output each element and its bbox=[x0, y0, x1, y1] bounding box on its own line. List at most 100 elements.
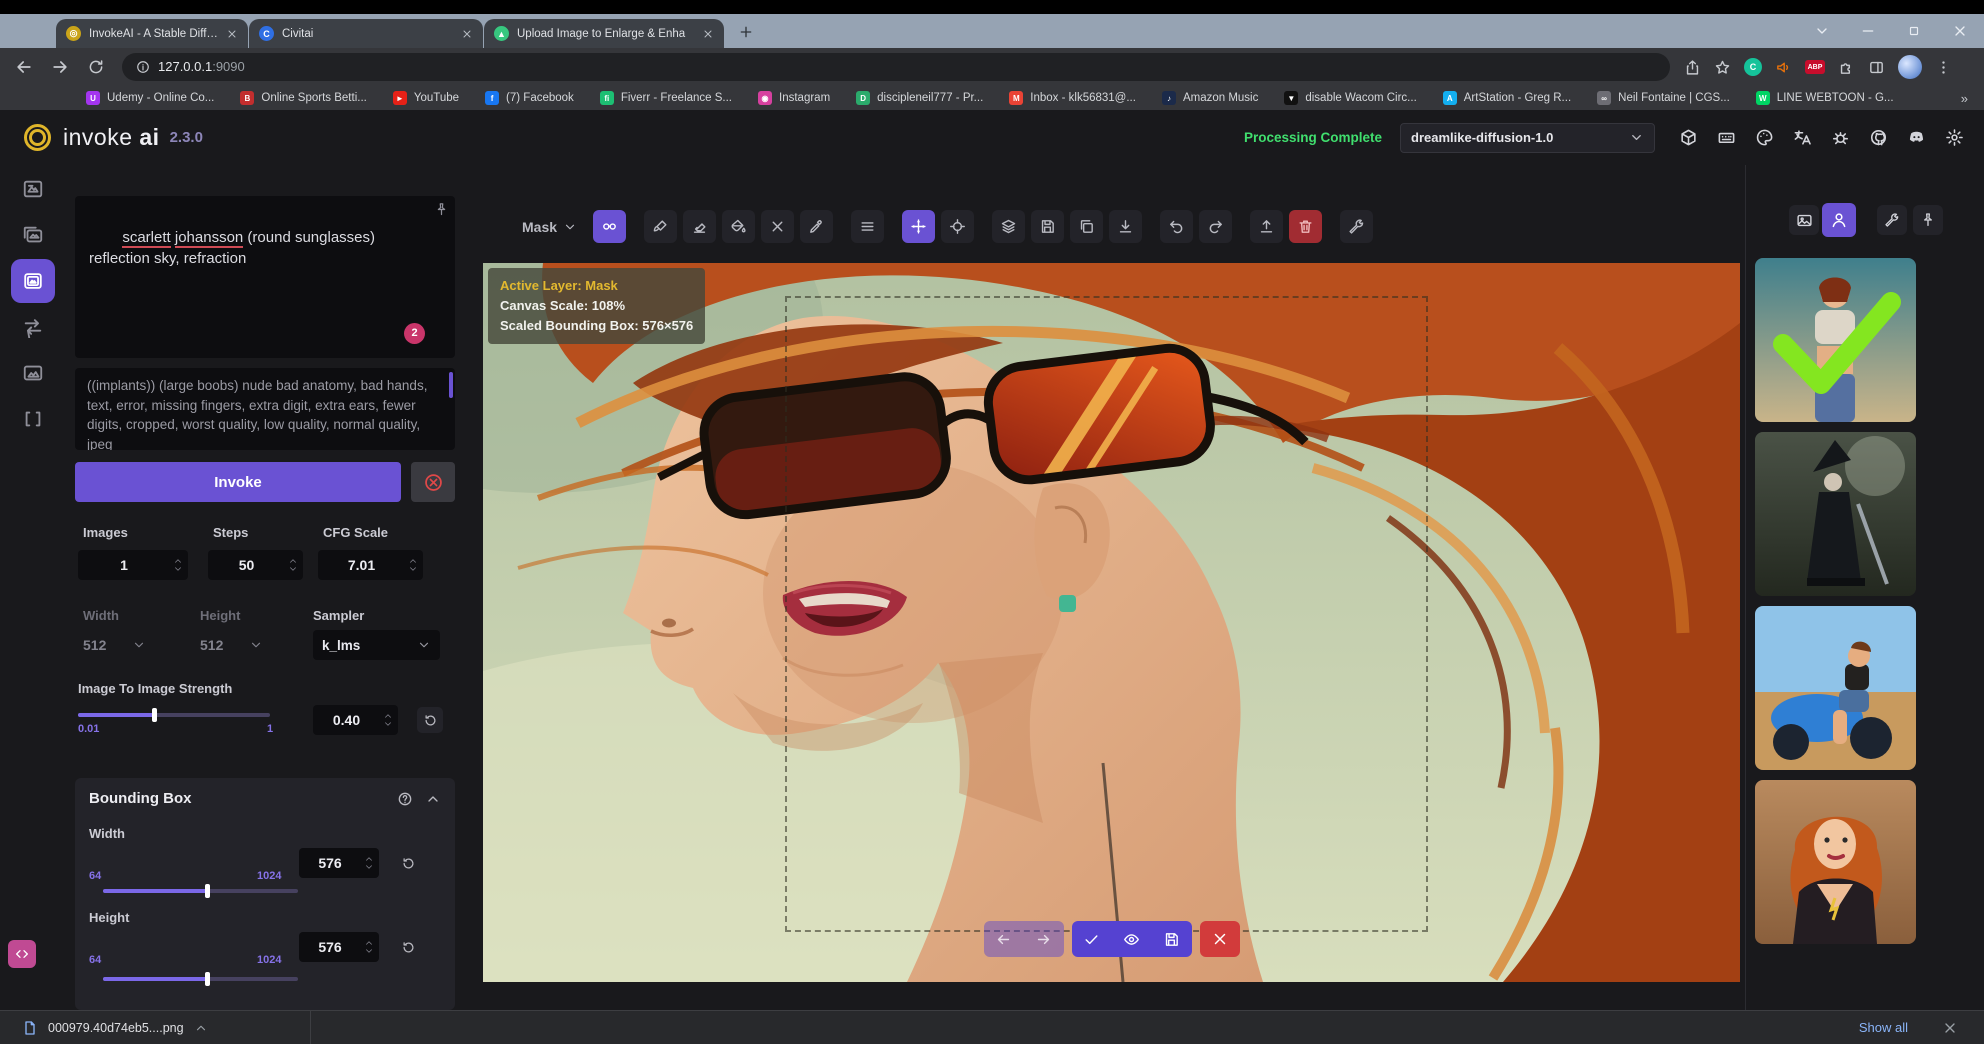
address-bar[interactable]: 127.0.0.1:9090 bbox=[122, 53, 1670, 81]
cancel-button[interactable] bbox=[411, 462, 455, 502]
bbox-width-reset-button[interactable] bbox=[395, 850, 421, 876]
model-select[interactable]: dreamlike-diffusion-1.0 bbox=[1400, 123, 1655, 153]
adblock-extension-icon[interactable]: ABP bbox=[1805, 60, 1825, 74]
staging-eye-button[interactable] bbox=[1112, 921, 1152, 957]
rail-tab-unified-canvas[interactable] bbox=[11, 259, 55, 303]
copy-tool-button[interactable] bbox=[1070, 210, 1103, 243]
extensions-puzzle-icon[interactable] bbox=[1838, 59, 1855, 76]
stepper[interactable] bbox=[380, 712, 395, 728]
brush-tool-button[interactable] bbox=[644, 210, 677, 243]
grammarly-extension-icon[interactable]: C bbox=[1744, 58, 1762, 76]
restore-icon[interactable] bbox=[1904, 21, 1924, 41]
bbox-height-reset-button[interactable] bbox=[395, 934, 421, 960]
negative-prompt-input[interactable]: ((implants)) (large boobs) nude bad anat… bbox=[75, 368, 455, 450]
move-tool-button[interactable] bbox=[902, 210, 935, 243]
bookmark-item[interactable]: ▼ disable Wacom Circ... bbox=[1284, 91, 1416, 105]
staging-arrow-left-button[interactable] bbox=[984, 921, 1024, 957]
reload-icon[interactable] bbox=[84, 55, 108, 79]
options-tool-button[interactable] bbox=[851, 210, 884, 243]
rail-tab-text-to-image[interactable] bbox=[11, 167, 55, 211]
gallery-thumbnail[interactable] bbox=[1755, 780, 1916, 944]
discord-icon[interactable] bbox=[1907, 128, 1926, 147]
bbox-width-slider[interactable] bbox=[103, 889, 298, 893]
stepper[interactable] bbox=[405, 557, 420, 573]
eraser-tool-button[interactable] bbox=[683, 210, 716, 243]
slider-handle[interactable] bbox=[205, 972, 210, 986]
browser-tab[interactable]: ◎ InvokeAI - A Stable Diffusion Too bbox=[56, 19, 248, 48]
side-panel-icon[interactable] bbox=[1868, 59, 1885, 76]
cube-icon[interactable] bbox=[1679, 128, 1698, 147]
tab-close-icon[interactable] bbox=[702, 28, 714, 40]
wrench-tool-button[interactable] bbox=[1340, 210, 1373, 243]
bug-icon[interactable] bbox=[1831, 128, 1850, 147]
bookmark-item[interactable]: ◉ Instagram bbox=[758, 91, 830, 105]
width-select[interactable]: 512 bbox=[83, 630, 146, 660]
browser-tab[interactable]: C Civitai bbox=[249, 19, 483, 48]
rail-tab-post-processing[interactable] bbox=[11, 351, 55, 395]
bbox-height-slider[interactable] bbox=[103, 977, 298, 981]
github-icon[interactable] bbox=[1869, 128, 1888, 147]
pin-icon[interactable] bbox=[434, 202, 449, 217]
redo-tool-button[interactable] bbox=[1199, 210, 1232, 243]
bookmark-item[interactable]: ♪ Amazon Music bbox=[1162, 91, 1258, 105]
save-tool-button[interactable] bbox=[1031, 210, 1064, 243]
strength-slider[interactable] bbox=[78, 713, 270, 717]
browser-tab[interactable]: ▲ Upload Image to Enlarge & Enha bbox=[484, 19, 724, 48]
bookmark-item[interactable]: A ArtStation - Greg R... bbox=[1443, 91, 1571, 105]
bookmark-item[interactable]: U Udemy - Online Co... bbox=[86, 91, 214, 105]
download-item[interactable]: 000979.40d74eb5....png bbox=[0, 1020, 226, 1036]
mask-tool-button[interactable] bbox=[593, 210, 626, 243]
steps-input[interactable]: 50 bbox=[208, 550, 303, 580]
collapse-chevron-icon[interactable] bbox=[425, 791, 441, 807]
strength-input[interactable]: 0.40 bbox=[313, 705, 398, 735]
staging-arrow-right-button[interactable] bbox=[1024, 921, 1064, 957]
show-all-link[interactable]: Show all bbox=[1859, 1020, 1908, 1035]
stepper[interactable] bbox=[170, 557, 185, 573]
stepper[interactable] bbox=[285, 557, 300, 573]
gallery-thumbnail-selected[interactable] bbox=[1755, 258, 1916, 422]
trash-tool-button[interactable] bbox=[1289, 210, 1322, 243]
tab-close-icon[interactable] bbox=[461, 28, 473, 40]
height-select[interactable]: 512 bbox=[200, 630, 263, 660]
new-tab-button[interactable] bbox=[733, 19, 759, 45]
stepper[interactable] bbox=[361, 939, 376, 955]
gallery-settings-button[interactable] bbox=[1877, 205, 1907, 235]
tab-close-icon[interactable] bbox=[226, 28, 238, 40]
back-icon[interactable] bbox=[12, 55, 36, 79]
gallery-images-tab[interactable] bbox=[1789, 205, 1819, 235]
invoke-button[interactable]: Invoke bbox=[75, 462, 401, 502]
layers-tool-button[interactable] bbox=[992, 210, 1025, 243]
eyedropper-tool-button[interactable] bbox=[800, 210, 833, 243]
gallery-pin-button[interactable] bbox=[1913, 205, 1943, 235]
fill-tool-button[interactable] bbox=[722, 210, 755, 243]
close-tool-button[interactable] bbox=[761, 210, 794, 243]
staging-close-button[interactable] bbox=[1200, 921, 1240, 957]
staging-check-button[interactable] bbox=[1072, 921, 1112, 957]
window-close-icon[interactable] bbox=[1950, 21, 1970, 41]
minimize-icon[interactable] bbox=[1858, 21, 1878, 41]
site-info-icon[interactable] bbox=[136, 60, 150, 74]
bookmark-item[interactable]: f (7) Facebook bbox=[485, 91, 574, 105]
rail-tab-training[interactable] bbox=[11, 397, 55, 441]
console-toggle-button[interactable] bbox=[8, 940, 36, 968]
slider-handle[interactable] bbox=[205, 884, 210, 898]
undo-tool-button[interactable] bbox=[1160, 210, 1193, 243]
volume-extension-icon[interactable] bbox=[1775, 59, 1792, 76]
layer-select[interactable]: Mask bbox=[522, 219, 577, 235]
target-tool-button[interactable] bbox=[941, 210, 974, 243]
stepper[interactable] bbox=[361, 855, 376, 871]
sampler-select[interactable]: k_lms bbox=[313, 630, 440, 660]
gear-icon[interactable] bbox=[1945, 128, 1964, 147]
bookmark-item[interactable]: ► YouTube bbox=[393, 91, 459, 105]
bookmark-item[interactable]: fi Fiverr - Freelance S... bbox=[600, 91, 732, 105]
download-shelf-close-icon[interactable] bbox=[1942, 1020, 1958, 1036]
bookmark-item[interactable]: B Online Sports Betti... bbox=[240, 91, 366, 105]
canvas-image[interactable]: Active Layer: Mask Canvas Scale: 108% Sc… bbox=[483, 263, 1740, 982]
palette-icon[interactable] bbox=[1755, 128, 1774, 147]
prompt-input[interactable]: scarlett johansson (round sunglasses) re… bbox=[75, 196, 455, 358]
bookmark-star-icon[interactable] bbox=[1714, 59, 1731, 76]
images-input[interactable]: 1 bbox=[78, 550, 188, 580]
bookmark-item[interactable]: D discipleneil777 - Pr... bbox=[856, 91, 983, 105]
share-icon[interactable] bbox=[1684, 59, 1701, 76]
staging-save-button[interactable] bbox=[1152, 921, 1192, 957]
